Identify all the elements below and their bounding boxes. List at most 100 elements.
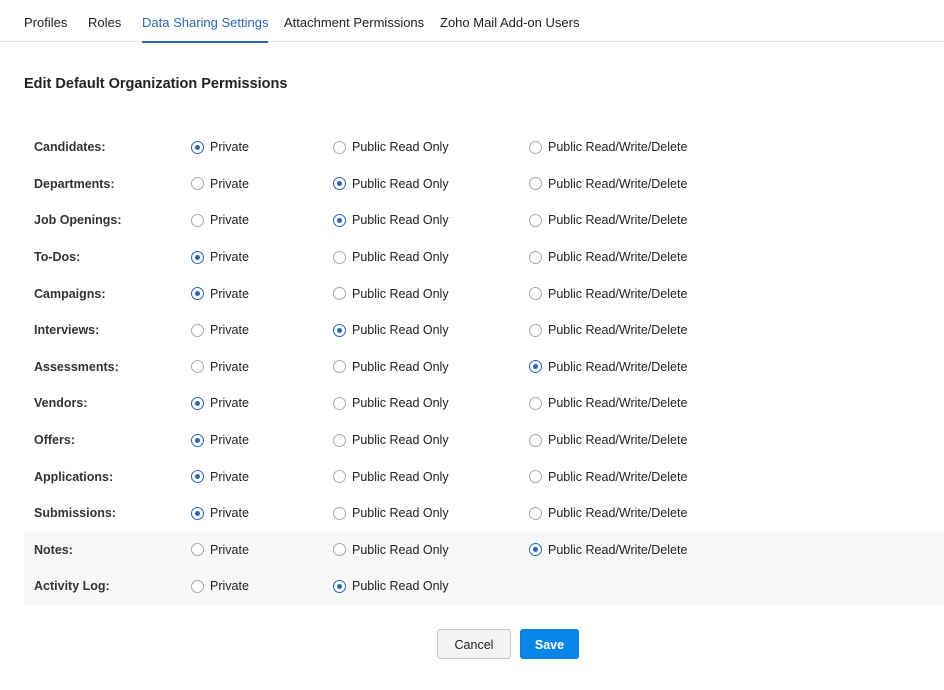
option-public-read-only[interactable]: Public Read Only — [333, 357, 449, 377]
radio-button[interactable] — [529, 470, 542, 484]
option-label: Public Read/Write/Delete — [548, 359, 688, 374]
radio-button[interactable] — [191, 250, 204, 264]
permission-row-to-dos: To-Dos: Private Public Read Only Public Rea… — [24, 239, 944, 276]
radio-button[interactable] — [529, 506, 542, 520]
radio-button[interactable] — [191, 543, 204, 557]
option-private[interactable]: Private — [191, 210, 249, 230]
tab-zoho-mail-add-on-users[interactable]: Zoho Mail Add-on Users — [440, 0, 579, 42]
option-private[interactable]: Private — [191, 284, 249, 304]
option-private[interactable]: Private — [191, 430, 249, 450]
option-public-read-write-delete[interactable]: Public Read/Write/Delete — [529, 137, 687, 157]
option-public-read-write-delete[interactable]: Public Read/Write/Delete — [529, 284, 687, 304]
radio-button[interactable] — [529, 213, 542, 227]
radio-button[interactable] — [333, 433, 346, 447]
option-public-read-write-delete[interactable]: Public Read/Write/Delete — [529, 540, 687, 560]
option-public-read-only[interactable]: Public Read Only — [333, 393, 449, 413]
option-public-read-only[interactable]: Public Read Only — [333, 576, 449, 596]
radio-button[interactable] — [191, 433, 204, 447]
radio-button[interactable] — [529, 177, 542, 191]
option-public-read-only[interactable]: Public Read Only — [333, 137, 449, 157]
option-public-read-write-delete[interactable]: Public Read/Write/Delete — [529, 357, 687, 377]
radio-button[interactable] — [529, 543, 542, 557]
tab-data-sharing-settings[interactable]: Data Sharing Settings — [142, 0, 269, 43]
radio-button[interactable] — [333, 140, 346, 154]
radio-button[interactable] — [333, 177, 346, 191]
option-public-read-write-delete[interactable]: Public Read/Write/Delete — [529, 467, 687, 487]
option-public-read-only[interactable]: Public Read Only — [333, 320, 449, 340]
radio-button[interactable] — [333, 543, 346, 557]
radio-button[interactable] — [191, 177, 204, 191]
radio-button[interactable] — [191, 213, 204, 227]
radio-button[interactable] — [529, 250, 542, 264]
option-public-read-write-delete[interactable]: Public Read/Write/Delete — [529, 174, 687, 194]
option-public-read-only[interactable]: Public Read Only — [333, 430, 449, 450]
radio-button[interactable] — [333, 396, 346, 410]
option-public-read-only[interactable]: Public Read Only — [333, 540, 449, 560]
option-label: Private — [210, 359, 249, 374]
option-private[interactable]: Private — [191, 540, 249, 560]
option-private[interactable]: Private — [191, 137, 249, 157]
option-public-read-only[interactable]: Public Read Only — [333, 503, 449, 523]
option-private[interactable]: Private — [191, 393, 249, 413]
permission-row-departments: Departments: Private Public Read Only Publi… — [24, 166, 944, 203]
permissions-table: Candidates: Private Public Read Only Public… — [24, 129, 944, 605]
option-public-read-only[interactable]: Public Read Only — [333, 247, 449, 267]
radio-button[interactable] — [333, 506, 346, 520]
module-label: Vendors: — [34, 396, 88, 411]
radio-button[interactable] — [191, 579, 204, 593]
radio-button[interactable] — [529, 396, 542, 410]
option-public-read-write-delete[interactable]: Public Read/Write/Delete — [529, 393, 687, 413]
radio-button[interactable] — [529, 323, 542, 337]
permission-row-assessments: Assessments: Private Public Read Only Publi… — [24, 349, 944, 386]
option-public-read-write-delete[interactable]: Public Read/Write/Delete — [529, 320, 687, 340]
option-label: Public Read Only — [352, 542, 449, 557]
option-private[interactable]: Private — [191, 174, 249, 194]
option-private[interactable]: Private — [191, 503, 249, 523]
tab-roles[interactable]: Roles — [88, 0, 121, 42]
option-public-read-only[interactable]: Public Read Only — [333, 467, 449, 487]
option-private[interactable]: Private — [191, 467, 249, 487]
option-label: Private — [210, 250, 249, 265]
option-public-read-only[interactable]: Public Read Only — [333, 174, 449, 194]
module-label: To-Dos: — [34, 250, 81, 265]
option-public-read-write-delete[interactable]: Public Read/Write/Delete — [529, 503, 687, 523]
radio-button[interactable] — [333, 470, 346, 484]
option-public-read-write-delete[interactable]: Public Read/Write/Delete — [529, 430, 687, 450]
option-public-read-only[interactable]: Public Read Only — [333, 210, 449, 230]
radio-button[interactable] — [191, 323, 204, 337]
radio-button[interactable] — [529, 360, 542, 374]
radio-button[interactable] — [191, 287, 204, 301]
radio-button[interactable] — [333, 250, 346, 264]
option-private[interactable]: Private — [191, 320, 249, 340]
permission-row-job-openings: Job Openings: Private Public Read Only Publ… — [24, 202, 944, 239]
save-button[interactable]: Save — [520, 629, 579, 659]
cancel-button[interactable]: Cancel — [437, 629, 511, 659]
option-label: Public Read Only — [352, 469, 449, 484]
radio-button[interactable] — [333, 360, 346, 374]
radio-button[interactable] — [191, 360, 204, 374]
option-public-read-write-delete[interactable]: Public Read/Write/Delete — [529, 210, 687, 230]
radio-button[interactable] — [529, 287, 542, 301]
permission-row-vendors: Vendors: Private Public Read Only Public Re… — [24, 385, 944, 422]
tab-profiles[interactable]: Profiles — [24, 0, 67, 42]
option-private[interactable]: Private — [191, 576, 249, 596]
module-label: Notes: — [34, 542, 73, 557]
radio-button[interactable] — [333, 579, 346, 593]
radio-button[interactable] — [529, 140, 542, 154]
option-label: Private — [210, 286, 249, 301]
permission-row-applications: Applications: Private Public Read Only Publ… — [24, 458, 944, 495]
radio-button[interactable] — [191, 470, 204, 484]
radio-button[interactable] — [333, 287, 346, 301]
tab-attachment-permissions[interactable]: Attachment Permissions — [284, 0, 424, 42]
radio-button[interactable] — [191, 396, 204, 410]
option-label: Public Read/Write/Delete — [548, 396, 688, 411]
option-private[interactable]: Private — [191, 357, 249, 377]
option-private[interactable]: Private — [191, 247, 249, 267]
radio-button[interactable] — [333, 213, 346, 227]
radio-button[interactable] — [529, 433, 542, 447]
option-public-read-write-delete[interactable]: Public Read/Write/Delete — [529, 247, 687, 267]
radio-button[interactable] — [191, 140, 204, 154]
radio-button[interactable] — [333, 323, 346, 337]
option-public-read-only[interactable]: Public Read Only — [333, 284, 449, 304]
radio-button[interactable] — [191, 506, 204, 520]
